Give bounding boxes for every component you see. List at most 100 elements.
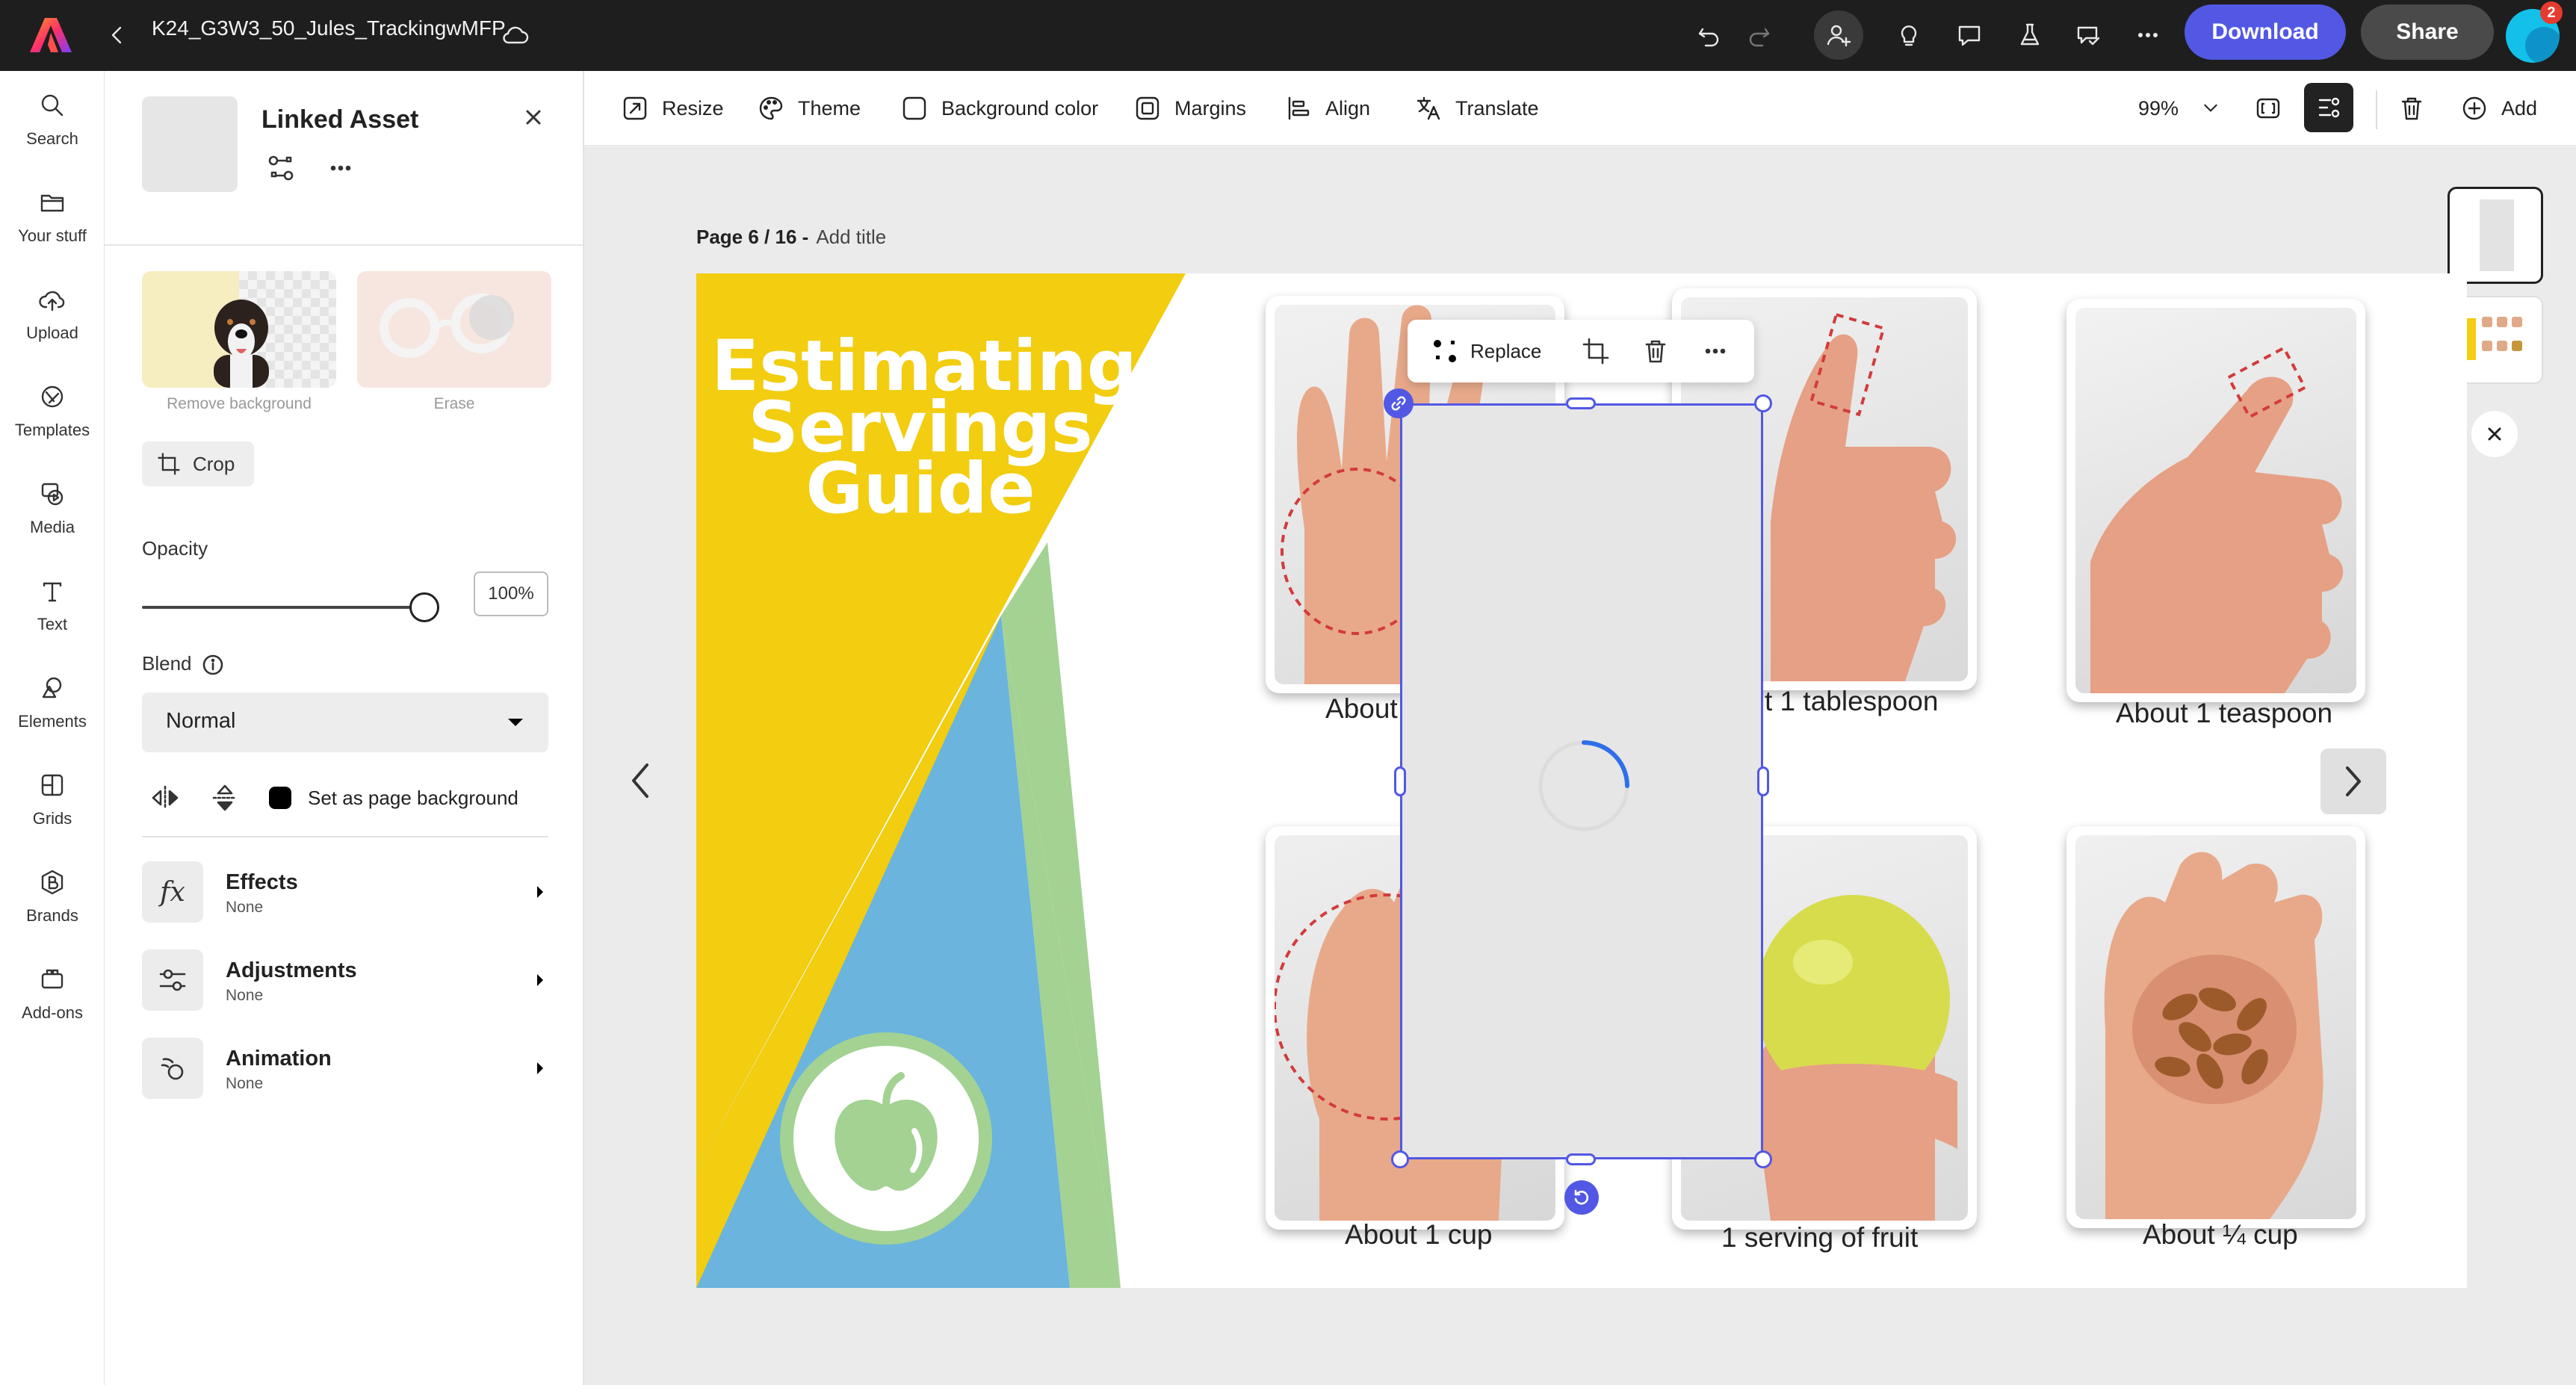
- page-title: Estimating Servings Guide: [711, 326, 1138, 530]
- caption-cup[interactable]: About 1 cup: [1345, 1219, 1492, 1251]
- fit-page-icon[interactable]: [2253, 89, 2295, 128]
- rail-item-brands[interactable]: Brands: [0, 860, 105, 942]
- more-options-icon[interactable]: [1700, 336, 1730, 366]
- chevron-right-icon: [537, 886, 543, 898]
- replace-icon: [1434, 340, 1456, 362]
- previous-page-icon[interactable]: [622, 755, 662, 807]
- photo-almonds-quarter-cup[interactable]: [2066, 826, 2365, 1228]
- text-icon: [43, 582, 62, 602]
- rail-item-grids[interactable]: Grids: [0, 763, 105, 845]
- translate-button[interactable]: Translate: [1414, 89, 1539, 128]
- layers-toggle-icon[interactable]: [2304, 83, 2353, 132]
- chevron-right-icon: [2346, 766, 2361, 796]
- animation-icon: [142, 1038, 203, 1099]
- rail-item-media[interactable]: Media: [0, 471, 105, 554]
- opacity-slider-thumb[interactable]: [409, 592, 439, 622]
- add-title-link[interactable]: Add title: [816, 226, 886, 249]
- apple-logo-icon: [780, 1032, 992, 1245]
- crop-button[interactable]: Crop: [142, 441, 254, 486]
- caption-fruit[interactable]: 1 serving of fruit: [1721, 1222, 1918, 1254]
- adjustments-row[interactable]: Adjustments None: [142, 949, 551, 1012]
- editor-toolbar: Resize Theme Background color Margins Al…: [584, 71, 2576, 146]
- review-icon[interactable]: [2068, 15, 2108, 55]
- cloud-sync-icon[interactable]: [495, 15, 535, 55]
- invite-collaborator-icon[interactable]: [1814, 10, 1863, 60]
- erase-button[interactable]: [357, 271, 551, 388]
- more-options-icon[interactable]: [326, 153, 356, 183]
- close-thumbnails-icon[interactable]: [2471, 411, 2518, 457]
- rail-item-templates[interactable]: Templates: [0, 374, 105, 456]
- page-thumbnail-selected[interactable]: [2447, 187, 2543, 284]
- resize-handle-top-right[interactable]: [1754, 394, 1772, 412]
- undo-icon[interactable]: [1688, 15, 1729, 55]
- resize-handle-top[interactable]: [1566, 397, 1596, 409]
- app-logo-icon[interactable]: [30, 16, 72, 54]
- labs-flask-icon[interactable]: [2010, 15, 2050, 55]
- align-button[interactable]: Align: [1284, 89, 1370, 128]
- info-icon[interactable]: [200, 652, 226, 678]
- flip-vertical-icon[interactable]: [209, 782, 241, 814]
- caption-tablespoon[interactable]: t 1 tablespoon: [1765, 686, 1938, 717]
- loading-spinner-icon: [1538, 740, 1629, 831]
- opacity-value-input[interactable]: 100%: [474, 571, 548, 616]
- link-badge-icon[interactable]: [1384, 388, 1414, 418]
- resize-handle-bottom-right[interactable]: [1754, 1150, 1772, 1168]
- resize-handle-bottom-left[interactable]: [1391, 1150, 1409, 1168]
- rotate-handle-icon[interactable]: [1564, 1180, 1599, 1215]
- resize-handle-bottom[interactable]: [1566, 1153, 1596, 1165]
- theme-button[interactable]: Theme: [756, 89, 861, 128]
- rail-item-your-stuff[interactable]: Your stuff: [0, 180, 105, 262]
- replace-asset-icon[interactable]: [266, 153, 296, 183]
- background-color-button[interactable]: Background color: [900, 89, 1098, 128]
- zoom-level-select[interactable]: 99%: [2138, 89, 2235, 128]
- crop-icon[interactable]: [1581, 336, 1611, 366]
- resize-handle-right[interactable]: [1757, 766, 1769, 796]
- crop-icon: [158, 453, 180, 475]
- add-circle-icon: [2462, 96, 2486, 120]
- page-indicator: Page 6 / 16 - Add title: [696, 226, 887, 249]
- opacity-slider-fill: [142, 606, 424, 609]
- blend-label: Blend: [142, 652, 192, 675]
- add-button[interactable]: Add: [2459, 89, 2537, 128]
- sliders-icon: [142, 949, 203, 1011]
- flip-horizontal-icon[interactable]: [149, 782, 181, 814]
- resize-button[interactable]: Resize: [620, 89, 724, 128]
- remove-background-button[interactable]: [142, 271, 336, 388]
- comment-icon[interactable]: [1949, 15, 1990, 55]
- share-button[interactable]: Share: [2361, 4, 2494, 60]
- rail-item-add-ons[interactable]: Add-ons: [0, 957, 105, 1039]
- rail-item-search[interactable]: Search: [0, 83, 105, 165]
- rail-item-upload[interactable]: Upload: [0, 277, 105, 359]
- remove-background-label: Remove background: [167, 395, 312, 412]
- caption-palm[interactable]: About: [1325, 693, 1398, 725]
- delete-icon[interactable]: [1641, 336, 1671, 366]
- lightbulb-icon[interactable]: [1889, 15, 1929, 55]
- margins-icon: [1136, 96, 1159, 120]
- rail-item-elements[interactable]: Elements: [0, 666, 105, 748]
- photo-thumb-tip-teaspoon[interactable]: [2066, 299, 2365, 702]
- document-title[interactable]: K24_G3W3_50_Jules_TrackingwMFP: [152, 15, 506, 42]
- set-as-page-background-button[interactable]: Set as page background: [264, 781, 518, 815]
- caption-teaspoon[interactable]: About 1 teaspoon: [2116, 698, 2332, 729]
- opacity-slider[interactable]: [142, 592, 439, 622]
- margins-button[interactable]: Margins: [1133, 89, 1246, 128]
- redo-icon[interactable]: [1739, 15, 1780, 55]
- back-chevron-icon[interactable]: [97, 15, 137, 55]
- close-icon[interactable]: [518, 102, 548, 132]
- brands-icon: [41, 870, 64, 895]
- resize-handle-left[interactable]: [1394, 766, 1406, 796]
- rail-item-text[interactable]: Text: [0, 568, 105, 651]
- next-page-button[interactable]: [2320, 749, 2386, 814]
- delete-icon[interactable]: [2397, 89, 2439, 128]
- effects-row[interactable]: fx Effects None: [142, 861, 551, 924]
- download-button[interactable]: Download: [2185, 4, 2346, 60]
- dog-thumbnail-icon: [200, 289, 282, 388]
- selected-asset-frame[interactable]: [1400, 403, 1763, 1159]
- blend-mode-select[interactable]: Normal: [142, 692, 548, 752]
- opacity-label: Opacity: [142, 537, 208, 560]
- animation-row[interactable]: Animation None: [142, 1038, 551, 1100]
- more-options-icon[interactable]: [2128, 15, 2168, 55]
- search-icon: [41, 94, 64, 117]
- caption-quarter-cup[interactable]: About ¼ cup: [2143, 1219, 2298, 1251]
- replace-button[interactable]: Replace: [1430, 333, 1541, 369]
